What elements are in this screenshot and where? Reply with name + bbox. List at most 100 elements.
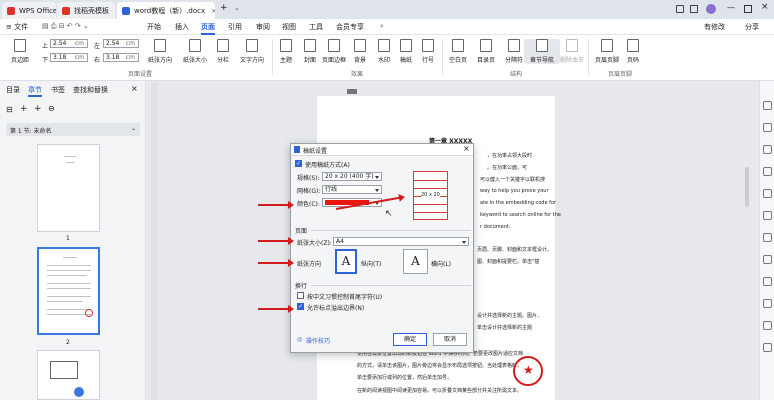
paper-size-select[interactable]: A4: [333, 237, 469, 246]
menu-review[interactable]: 审阅: [256, 22, 270, 32]
paper-size-icon: [189, 39, 201, 52]
tips-link[interactable]: 操作技巧: [306, 336, 330, 345]
grid-preview: 20 x 20: [413, 171, 448, 220]
sidebar-close-icon[interactable]: ×: [131, 84, 138, 93]
cancel-button[interactable]: 取消: [433, 333, 467, 346]
menu-member[interactable]: 会员专享: [336, 22, 364, 32]
option1-label: 按中文习惯控制首尾字符(U): [307, 294, 383, 301]
add-icon[interactable]: +: [20, 104, 28, 114]
image-icon[interactable]: [763, 189, 772, 198]
tab-document[interactable]: word教程（新）.docx ×: [117, 2, 215, 19]
modified-status[interactable]: 有修改: [704, 22, 725, 32]
option1-checkbox[interactable]: [297, 292, 304, 299]
spec-select[interactable]: 20 x 20 (400 字): [322, 172, 382, 181]
edit-icon[interactable]: [763, 123, 772, 132]
tips-icon[interactable]: ◎: [297, 336, 302, 343]
section-item[interactable]: 第 1 节: 未命名 ⌄: [6, 123, 140, 136]
grid-label: 网格(G):: [297, 188, 321, 195]
share-button[interactable]: 分享: [745, 22, 759, 32]
preview-text: 20 x 20: [421, 192, 440, 198]
sidebar-icon[interactable]: [763, 233, 772, 242]
collapse-icon[interactable]: ⊟: [6, 105, 13, 114]
margins-button[interactable]: 页边距: [2, 39, 38, 64]
chevron-down-icon: ⌄: [130, 125, 136, 132]
layout-icon[interactable]: [676, 5, 684, 13]
page-thumbnail[interactable]: [37, 144, 100, 232]
share-icon[interactable]: [763, 211, 772, 220]
dialog-close-icon[interactable]: ×: [463, 144, 470, 153]
sidebar-tab-toc[interactable]: 目录: [6, 85, 20, 95]
ok-button[interactable]: 确定: [393, 333, 427, 346]
settings-icon[interactable]: [763, 343, 772, 352]
margins-icon: [14, 39, 26, 52]
margin-top-label: 上: [42, 43, 49, 50]
quick-access-icons[interactable]: ▤ ⎙ ⊟ ↶ ↷ ⌄: [42, 22, 89, 31]
assistant-icon[interactable]: [763, 101, 772, 110]
option2-checkbox[interactable]: ✓: [297, 303, 304, 310]
option2-label: 允许标点溢出边界(N): [307, 305, 365, 312]
menu-view[interactable]: 视图: [282, 22, 296, 32]
pie-thumbnail-icon: [74, 387, 84, 397]
header-footer-icon: [601, 39, 613, 52]
text-direction-icon: [246, 39, 258, 52]
page-number: 2: [66, 339, 70, 346]
shape-icon[interactable]: [763, 145, 772, 154]
orientation-button[interactable]: 纸张方向: [142, 39, 178, 64]
delete-section-button[interactable]: 删除本节: [554, 39, 590, 64]
group-structure: 结构: [510, 71, 523, 78]
sidebar-tab-sections[interactable]: 章节: [28, 85, 42, 97]
section-nav-icon: [536, 39, 548, 52]
vertical-scrollbar[interactable]: [745, 167, 749, 207]
use-grid-checkbox[interactable]: ✓: [295, 160, 302, 167]
landscape-option[interactable]: A: [403, 249, 428, 274]
remove-icon[interactable]: ⊖: [48, 104, 55, 113]
grid-select[interactable]: 行线: [322, 185, 382, 194]
doc-text: 图、封面和提要栏。单击"插: [477, 259, 540, 265]
print-icon[interactable]: [763, 321, 772, 330]
tab-list-chevron-icon[interactable]: ⌄: [234, 4, 240, 12]
wrap-section-title: 换行: [295, 283, 308, 290]
minimize-icon[interactable]: —: [727, 3, 735, 12]
page-thumbnail-selected[interactable]: [37, 247, 100, 335]
doc-text: ，在功率占领大段时: [487, 153, 533, 159]
menu-insert[interactable]: 插入: [175, 22, 189, 32]
margin-bottom-label: 下: [42, 57, 49, 64]
doc-text: 。在功率公面，可: [487, 165, 528, 171]
sidebar-tab-bookmarks[interactable]: 书签: [51, 85, 65, 95]
window-icon[interactable]: [690, 5, 698, 13]
page-border-icon: [328, 39, 340, 52]
ruler-indent-marker[interactable]: [347, 89, 357, 94]
maximize-icon[interactable]: [744, 5, 752, 13]
menu-tools[interactable]: 工具: [309, 22, 323, 32]
close-tab-icon[interactable]: ×: [211, 7, 215, 15]
tab-wps-office[interactable]: WPS Office: [2, 2, 56, 19]
tab-template[interactable]: 找稻壳模板: [57, 2, 115, 19]
avatar[interactable]: [706, 4, 716, 14]
close-window-icon[interactable]: ×: [761, 2, 769, 12]
doc-text: way to help you prove your: [480, 188, 549, 194]
orientation-label: 纸张方向: [297, 261, 322, 268]
add-section-icon[interactable]: +: [34, 104, 42, 114]
page-section-title: 页面: [295, 228, 308, 235]
new-tab-button[interactable]: +: [220, 3, 228, 13]
menu-page[interactable]: 页面: [201, 22, 215, 35]
sidebar-tab-find[interactable]: 查找和替换: [73, 85, 108, 95]
select-icon[interactable]: [763, 167, 772, 176]
code-icon[interactable]: [763, 255, 772, 264]
right-toolbar: [759, 81, 774, 400]
page-number-button[interactable]: 页码: [615, 39, 651, 64]
text-direction-button[interactable]: 文字方向: [234, 39, 270, 64]
search-icon[interactable]: ⌕: [380, 22, 384, 31]
margin-right-input[interactable]: 3.18 cm: [103, 53, 139, 62]
file-menu[interactable]: ≡ 文件: [6, 22, 28, 32]
table-icon[interactable]: [763, 277, 772, 286]
portrait-option[interactable]: A: [335, 249, 357, 274]
margin-top-input[interactable]: 2.54 cm: [50, 39, 88, 48]
margin-left-input[interactable]: 2.54 cm: [103, 39, 139, 48]
menu-reference[interactable]: 引用: [228, 22, 242, 32]
margin-bottom-input[interactable]: 3.18 cm: [50, 53, 88, 62]
mouse-cursor-icon: ↖: [385, 209, 393, 219]
page-thumbnail[interactable]: [37, 350, 100, 400]
menu-start[interactable]: 开始: [147, 22, 161, 32]
comment-icon[interactable]: [763, 299, 772, 308]
